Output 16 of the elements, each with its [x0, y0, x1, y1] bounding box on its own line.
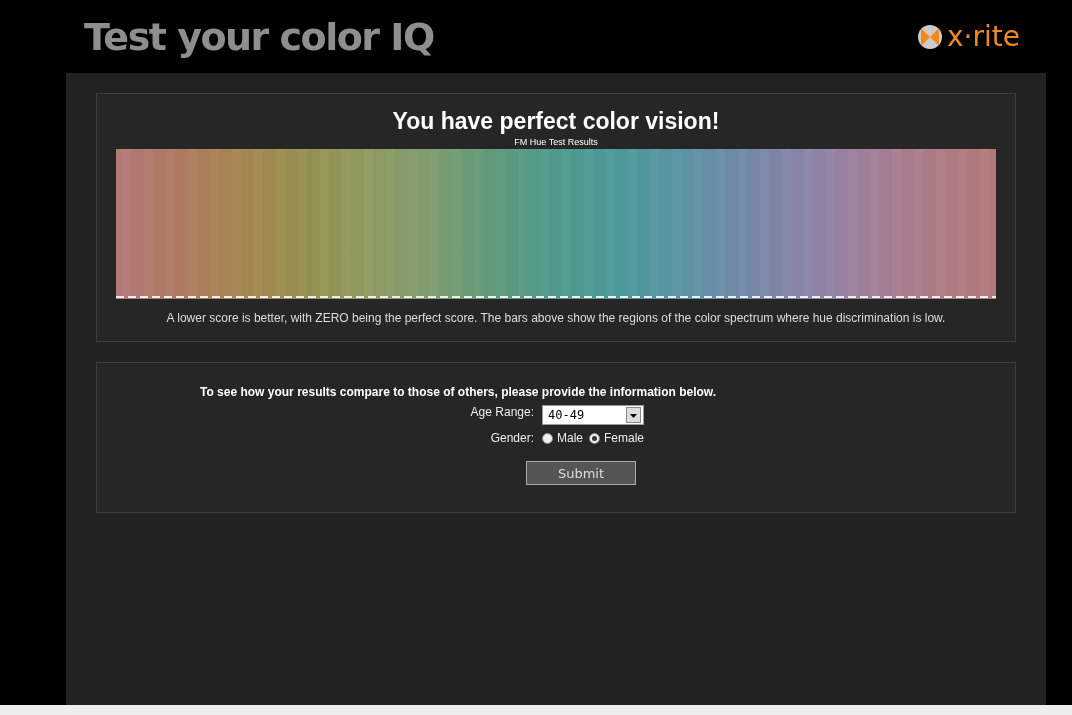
radio-button[interactable]	[542, 432, 553, 444]
intro-text: To see how your results compare to those of others, please provide the information below.	[200, 385, 717, 399]
radio-label: Male	[557, 431, 583, 445]
result-heading: You have perfect color vision!	[392, 108, 720, 135]
submit-button[interactable]: Submit	[526, 461, 636, 485]
age-label: Age Range:	[469, 405, 534, 419]
gender-label: Gender:	[489, 431, 534, 445]
logo-icon	[917, 23, 944, 50]
page-title: Test your color IQ	[84, 14, 434, 59]
logo-text: x·rite	[947, 20, 1020, 53]
age-select[interactable]: 40-49	[542, 405, 644, 425]
chart-caption: FM Hue Test Results	[514, 137, 598, 147]
caret-icon	[626, 407, 641, 423]
score-note: A lower score is better, with ZERO being the perfect score. The bars above show the regions of the color spectrum where hue discrimination is low.	[166, 311, 946, 325]
radio-button[interactable]	[589, 432, 600, 444]
radio-label: Female	[604, 431, 645, 445]
